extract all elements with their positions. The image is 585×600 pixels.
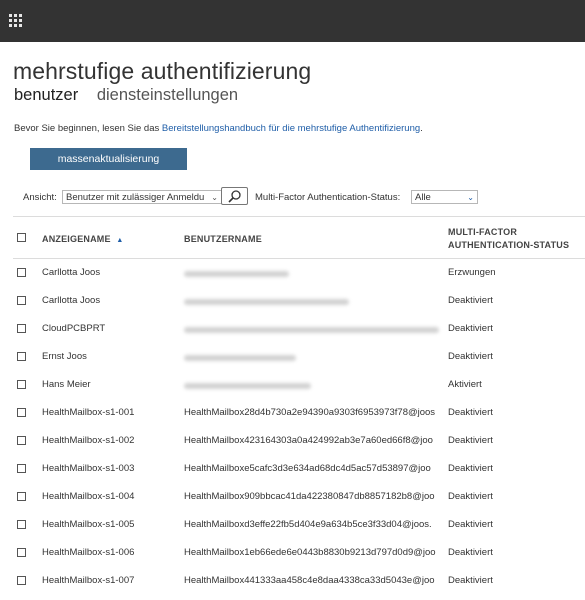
table-row[interactable]: HealthMailbox-s1-005 HealthMailboxd3effe2… — [0, 519, 585, 533]
display-name-cell[interactable]: HealthMailbox-s1-001 — [42, 407, 180, 418]
select-all-checkbox[interactable] — [17, 233, 26, 242]
table-header-border — [13, 258, 585, 259]
row-checkbox[interactable] — [17, 492, 26, 501]
tab-diensteinstellungen[interactable]: diensteinstellungen — [97, 86, 238, 105]
user-name-redacted — [184, 299, 349, 305]
row-checkbox[interactable] — [17, 268, 26, 277]
table-row[interactable]: HealthMailbox-s1-002 HealthMailbox4231643… — [0, 435, 585, 449]
mfa-status-cell: Aktiviert — [448, 379, 482, 390]
row-checkbox[interactable] — [17, 380, 26, 389]
display-name-cell[interactable]: HealthMailbox-s1-003 — [42, 463, 180, 474]
user-name-cell: HealthMailbox423164303a0a424992ab3e7a60e… — [184, 435, 433, 446]
display-name-cell[interactable]: HealthMailbox-s1-005 — [42, 519, 180, 530]
column-header-display-name[interactable]: ANZEIGENAME ▲ — [42, 234, 124, 244]
intro-suffix: . — [420, 123, 423, 134]
mfa-status-cell: Deaktiviert — [448, 407, 493, 418]
user-name-cell: HealthMailbox441333aa458c4e8daa4338ca33d… — [184, 575, 435, 586]
table-top-border — [13, 216, 585, 217]
intro-text: Bevor Sie beginnen, lesen Sie das Bereit… — [14, 123, 423, 134]
user-name-cell: HealthMailbox909bbcac41da422380847db8857… — [184, 491, 435, 502]
table-row[interactable]: Carllotta Joos Erzwungen — [0, 267, 585, 281]
search-icon — [228, 190, 241, 203]
column-header-mfa-status-line1[interactable]: MULTI-FACTOR — [448, 227, 517, 237]
row-checkbox[interactable] — [17, 520, 26, 529]
display-name-cell[interactable]: Carllotta Joos — [42, 295, 180, 306]
top-bar — [0, 0, 585, 42]
intro-prefix: Bevor Sie beginnen, lesen Sie das — [14, 123, 162, 134]
user-name-cell: HealthMailbox1eb66ede6e0443b8830b9213d79… — [184, 547, 436, 558]
table-row[interactable]: Carllotta Joos Deaktiviert — [0, 295, 585, 309]
table-row[interactable]: HealthMailbox-s1-001 HealthMailbox28d4b73… — [0, 407, 585, 421]
display-name-cell[interactable]: CloudPCBPRT — [42, 323, 180, 334]
column-header-user-name[interactable]: BENUTZERNAME — [184, 234, 262, 244]
row-checkbox[interactable] — [17, 576, 26, 585]
table-row[interactable]: CloudPCBPRT Deaktiviert — [0, 323, 585, 337]
user-name-redacted — [184, 327, 439, 333]
user-name-cell: HealthMailboxe5cafc3d3e634ad68dc4d5ac57d… — [184, 463, 431, 474]
row-checkbox[interactable] — [17, 352, 26, 361]
row-checkbox[interactable] — [17, 324, 26, 333]
row-checkbox[interactable] — [17, 408, 26, 417]
user-name-cell: HealthMailbox28d4b730a2e94390a9303f69539… — [184, 407, 436, 418]
mfa-status-cell: Deaktiviert — [448, 351, 493, 362]
mfa-status-cell: Deaktiviert — [448, 435, 493, 446]
display-name-cell[interactable]: Carllotta Joos — [42, 267, 180, 278]
table-row[interactable]: HealthMailbox-s1-006 HealthMailbox1eb66ed… — [0, 547, 585, 561]
chevron-down-icon: ⌄ — [211, 193, 218, 202]
column-header-display-name-label: ANZEIGENAME — [42, 234, 111, 244]
table-row[interactable]: Ernst Joos Deaktiviert — [0, 351, 585, 365]
table-row[interactable]: HealthMailbox-s1-003 HealthMailboxe5cafc3… — [0, 463, 585, 477]
tab-benutzer[interactable]: benutzer — [14, 86, 78, 105]
mfa-status-label: Multi-Factor Authentication-Status: — [255, 192, 401, 203]
mfa-status-cell: Deaktiviert — [448, 519, 493, 530]
row-checkbox[interactable] — [17, 464, 26, 473]
view-select-value: Benutzer mit zulässiger Anmeldu — [66, 192, 205, 203]
mfa-status-select-value: Alle — [415, 192, 431, 203]
row-checkbox[interactable] — [17, 436, 26, 445]
search-button[interactable] — [221, 187, 248, 205]
display-name-cell[interactable]: Hans Meier — [42, 379, 180, 390]
deployment-guide-link[interactable]: Bereitstellungshandbuch für die mehrstuf… — [162, 123, 420, 134]
waffle-icon[interactable] — [9, 14, 23, 28]
bulk-update-button[interactable]: massenaktualisierung — [30, 148, 187, 170]
tab-bar: benutzer diensteinstellungen — [14, 86, 252, 105]
mfa-status-cell: Deaktiviert — [448, 547, 493, 558]
mfa-status-cell: Erzwungen — [448, 267, 496, 278]
mfa-status-cell: Deaktiviert — [448, 295, 493, 306]
mfa-status-cell: Deaktiviert — [448, 463, 493, 474]
view-select[interactable]: Benutzer mit zulässiger Anmeldu ⌄ — [62, 190, 222, 204]
display-name-cell[interactable]: HealthMailbox-s1-006 — [42, 547, 180, 558]
display-name-cell[interactable]: HealthMailbox-s1-004 — [42, 491, 180, 502]
display-name-cell[interactable]: HealthMailbox-s1-002 — [42, 435, 180, 446]
user-name-redacted — [184, 271, 289, 277]
sort-ascending-icon: ▲ — [116, 237, 124, 244]
row-checkbox[interactable] — [17, 296, 26, 305]
table-row[interactable]: HealthMailbox-s1-004 HealthMailbox909bbca… — [0, 491, 585, 505]
mfa-status-cell: Deaktiviert — [448, 323, 493, 334]
user-name-redacted — [184, 355, 296, 361]
chevron-down-icon: ⌄ — [467, 193, 474, 202]
mfa-status-cell: Deaktiviert — [448, 575, 493, 586]
user-name-redacted — [184, 383, 311, 389]
display-name-cell[interactable]: Ernst Joos — [42, 351, 180, 362]
user-name-cell: HealthMailboxd3effe22fb5d404e9a634b5ce3f… — [184, 519, 432, 530]
row-checkbox[interactable] — [17, 548, 26, 557]
column-header-mfa-status-line2: AUTHENTICATION-STATUS — [448, 240, 570, 250]
table-row[interactable]: HealthMailbox-s1-007 HealthMailbox441333a… — [0, 575, 585, 589]
view-label: Ansicht: — [23, 192, 57, 203]
display-name-cell[interactable]: HealthMailbox-s1-007 — [42, 575, 180, 586]
table-row[interactable]: Hans Meier Aktiviert — [0, 379, 585, 393]
mfa-status-select[interactable]: Alle ⌄ — [411, 190, 478, 204]
mfa-status-cell: Deaktiviert — [448, 491, 493, 502]
page-title: mehrstufige authentifizierung — [13, 58, 312, 84]
